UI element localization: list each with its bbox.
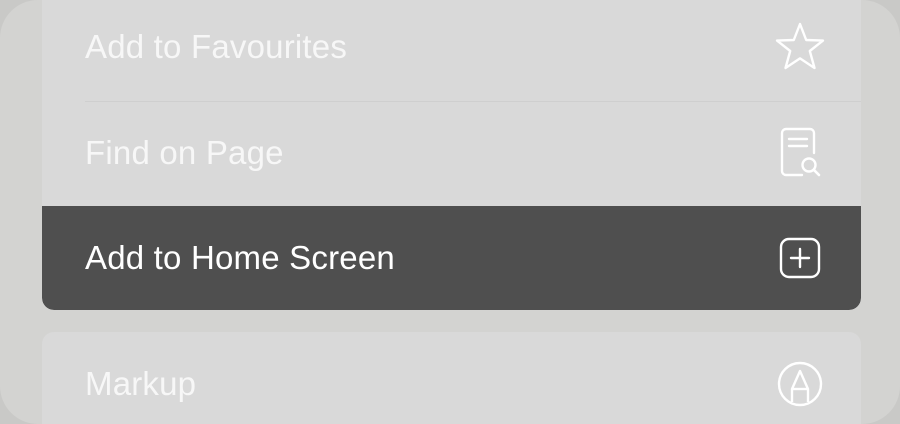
menu-item-add-to-favourites[interactable]: Add to Favourites — [42, 0, 861, 99]
find-on-page-icon — [773, 126, 827, 180]
menu-item-find-on-page[interactable]: Find on Page — [42, 101, 861, 205]
menu-item-label: Add to Home Screen — [85, 239, 395, 276]
menu-item-label: Markup — [85, 365, 197, 402]
markup-group: Markup — [42, 332, 861, 424]
menu-item-add-to-home-screen[interactable]: Add to Home Screen — [42, 206, 861, 310]
menu-item-label: Find on Page — [85, 134, 284, 171]
markup-pen-icon — [773, 357, 827, 411]
menu-item-markup[interactable]: Markup — [42, 332, 861, 424]
menu-item-label: Add to Favourites — [85, 28, 348, 65]
share-sheet: Add to Favourites Find on Page Add to Ho… — [0, 0, 900, 424]
add-square-icon — [773, 231, 827, 285]
actions-group: Add to Favourites Find on Page Add to Ho… — [42, 0, 861, 310]
star-icon — [773, 20, 827, 74]
